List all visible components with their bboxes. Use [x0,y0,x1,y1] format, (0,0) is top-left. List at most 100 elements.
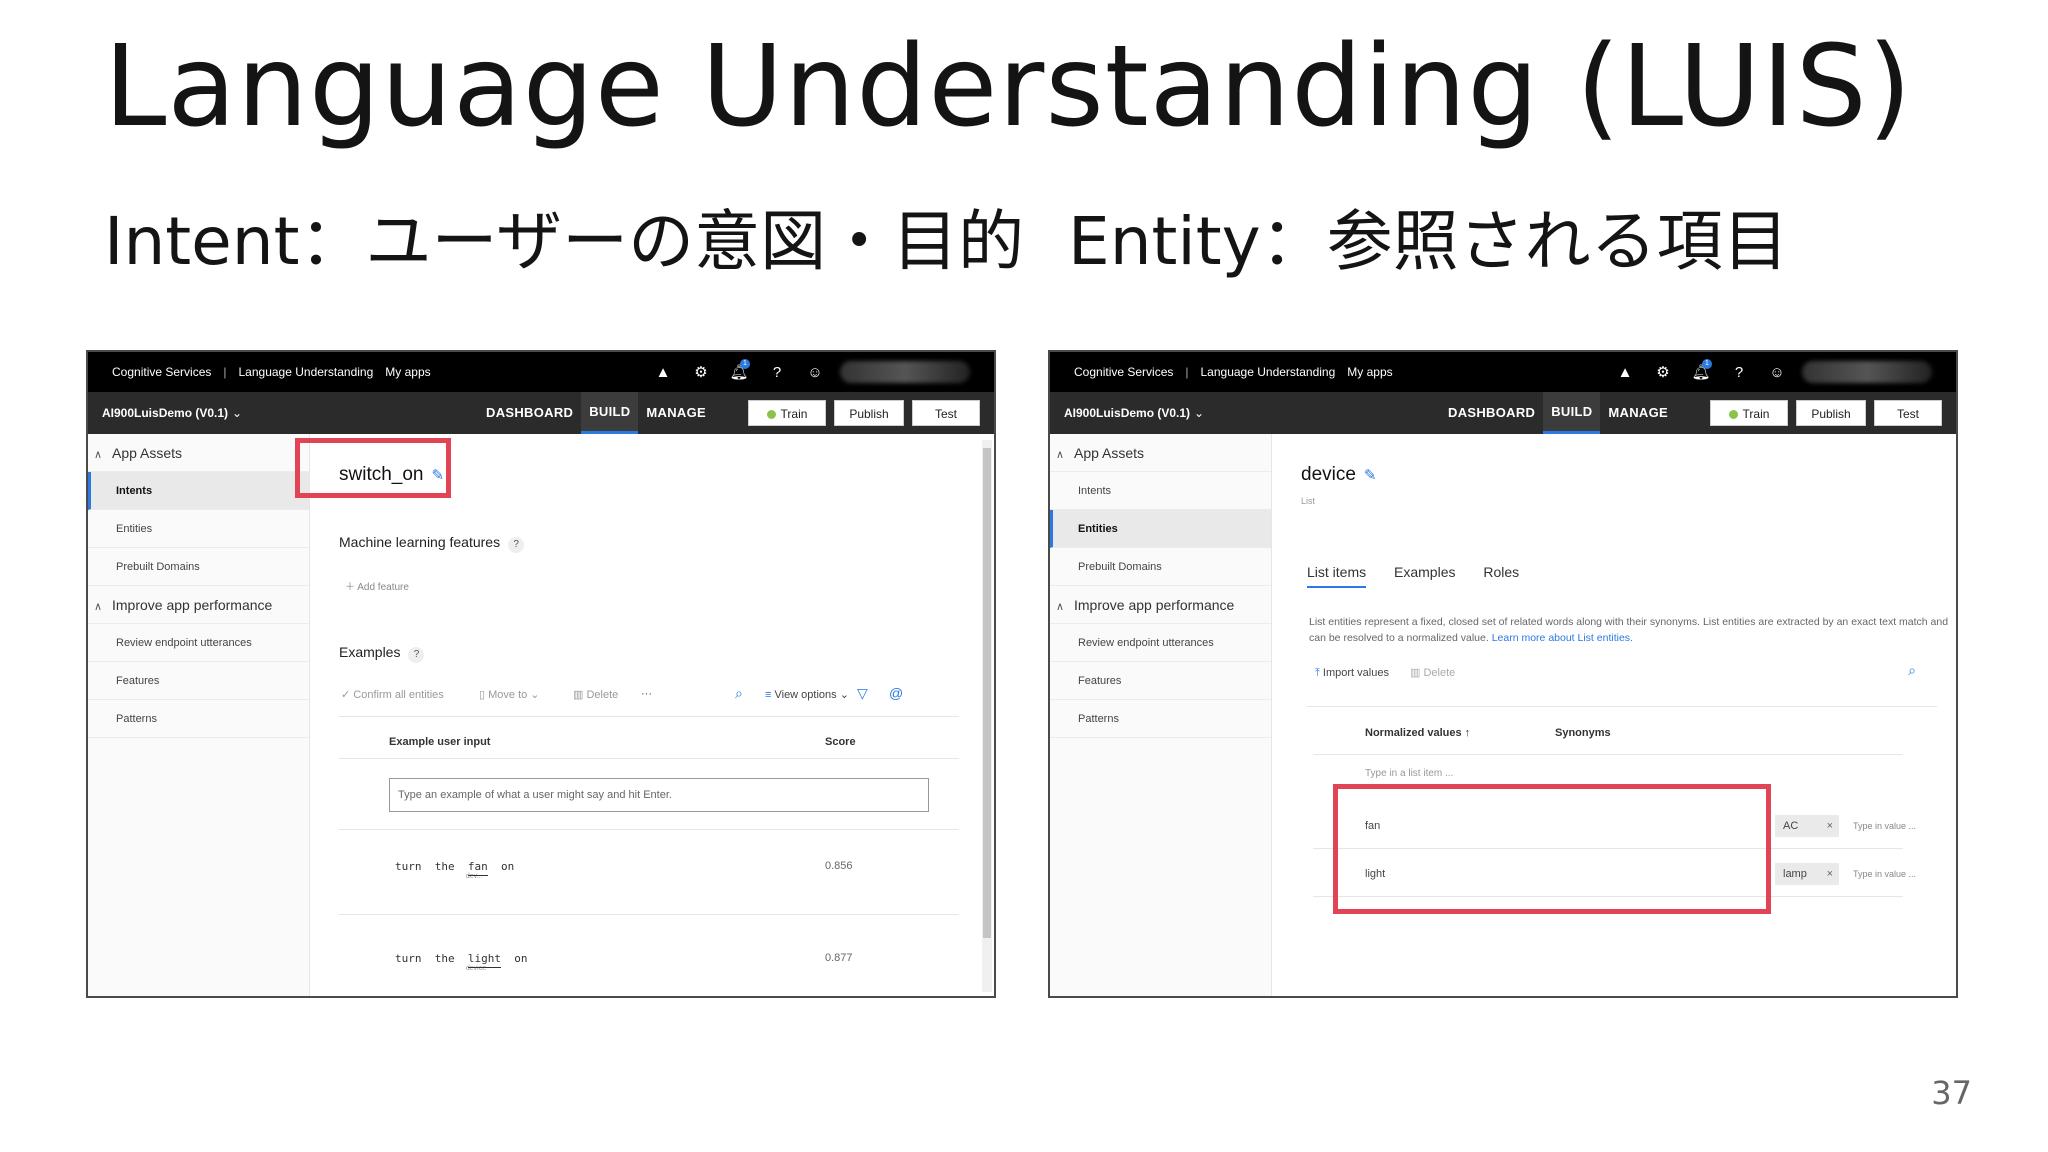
add-feature-button[interactable]: ＋ Add feature [345,578,409,593]
chevron-down-icon: ⌄ [527,689,540,701]
close-icon[interactable]: × [1827,815,1833,837]
sidebar-item-prebuilt-domains[interactable]: Prebuilt Domains [1050,548,1271,586]
azure-logo-icon[interactable]: ▲ [1606,364,1644,381]
tab-examples[interactable]: Examples [1394,564,1455,586]
account-blurred[interactable] [1802,361,1932,383]
publish-button[interactable]: Publish [1796,400,1866,426]
close-icon[interactable]: × [1827,863,1833,885]
smiley-icon[interactable]: ☺ [796,364,834,381]
app-name: AI900LuisDemo (V0.1) [1064,406,1191,420]
synonym-chip[interactable]: lamp × [1775,863,1839,885]
test-button[interactable]: Test [912,400,980,426]
sidebar-item-entities[interactable]: Entities [1050,510,1271,548]
entity-label[interactable]: fan dev... [466,860,488,880]
account-blurred[interactable] [840,361,970,383]
luis-sidebar: ∧ App Assets Intents Entities Prebuilt Do… [1050,434,1272,996]
help-icon[interactable]: ? [408,647,425,663]
bell-icon[interactable]: 🔔︎ 1 [1682,359,1720,381]
col-example-input[interactable]: Example user input [389,736,490,748]
learn-more-link[interactable]: Learn more about List entities. [1492,632,1633,644]
sidebar-item-features[interactable]: Features [1050,662,1271,700]
entity-label[interactable]: light device [466,952,502,972]
move-to-button[interactable]: ▯ Move to ⌄ [479,688,540,701]
sidebar-item-prebuilt-domains[interactable]: Prebuilt Domains [88,548,309,586]
sidebar-item-entities[interactable]: Entities [88,510,309,548]
divider [339,914,959,915]
crumb-my-apps[interactable]: My apps [385,365,430,379]
utterance-row[interactable]: turn the fan dev... on [395,860,514,880]
sidebar-item-patterns[interactable]: Patterns [1050,700,1271,738]
slide-title: Language Understanding (LUIS) [104,22,1913,152]
chevron-down-icon: ⌄ [836,689,849,701]
sidebar-item-review[interactable]: Review endpoint utterances [1050,624,1271,662]
app-selector[interactable]: AI900LuisDemo (V0.1) ⌄ [1064,392,1204,434]
smiley-icon[interactable]: ☺ [1758,364,1796,381]
app-selector[interactable]: AI900LuisDemo (V0.1) ⌄ [102,392,242,434]
help-icon[interactable]: ? [1720,364,1758,381]
at-sign-icon[interactable]: @ [889,685,903,701]
pencil-icon[interactable]: ✎ [1364,467,1377,484]
nav-dashboard[interactable]: DASHBOARD [1440,392,1543,434]
help-icon[interactable]: ? [508,537,525,553]
chevron-down-icon: ⌄ [232,406,243,420]
tab-list-items[interactable]: List items [1307,564,1367,588]
confirm-entities-button[interactable]: ✓ Confirm all entities [341,688,444,701]
crumb-cognitive-services[interactable]: Cognitive Services [112,365,211,379]
sidebar-group-app-assets[interactable]: ∧ App Assets [1050,434,1271,472]
scrollbar[interactable] [982,440,992,992]
example-input[interactable]: Type an example of what a user might say… [389,778,929,812]
list-item-input[interactable]: Type in a list item ... [1365,768,1453,779]
sidebar-item-patterns[interactable]: Patterns [88,700,309,738]
nav-build[interactable]: BUILD [581,392,639,434]
train-button[interactable]: Train [748,400,826,426]
search-icon[interactable]: ⌕ [735,685,743,702]
view-options-button[interactable]: ≡ View options ⌄ [765,688,849,701]
sidebar-item-intents[interactable]: Intents [88,472,309,510]
more-options-button[interactable]: ··· [641,688,652,700]
entity-text: fan [467,860,488,873]
divider [1307,706,1937,707]
import-values-button[interactable]: ⤒ Import values [1315,667,1389,679]
tab-roles[interactable]: Roles [1483,564,1519,586]
utterance-row[interactable]: turn the light device on [395,952,527,972]
synonym-input[interactable]: Type in value ... [1853,869,1916,879]
test-button[interactable]: Test [1874,400,1942,426]
sidebar-item-review[interactable]: Review endpoint utterances [88,624,309,662]
crumb-language-understanding[interactable]: Language Understanding [239,365,374,379]
sidebar-group-improve[interactable]: ∧ Improve app performance [88,586,309,624]
crumb-my-apps[interactable]: My apps [1347,365,1392,379]
nav-dashboard[interactable]: DASHBOARD [478,392,581,434]
azure-logo-icon[interactable]: ▲ [644,364,682,381]
nav-manage[interactable]: MANAGE [638,392,714,434]
train-button[interactable]: Train [1710,400,1788,426]
intent-content: switch_on ✎ Machine learning features? ＋ … [295,434,994,996]
search-icon[interactable]: ⌕ [1908,662,1916,679]
sidebar-item-features[interactable]: Features [88,662,309,700]
col-normalized-values[interactable]: Normalized values ↑ [1365,727,1470,739]
sidebar-group-improve[interactable]: ∧ Improve app performance [1050,586,1271,624]
sidebar-group-app-assets[interactable]: ∧ App Assets [88,434,309,472]
gear-icon[interactable]: ⚙ [682,363,720,381]
entity-subtitle: Entity：参照される項目 [1068,203,1789,280]
crumb-cognitive-services[interactable]: Cognitive Services [1074,365,1173,379]
publish-button[interactable]: Publish [834,400,904,426]
nav-manage[interactable]: MANAGE [1600,392,1676,434]
filter-icon[interactable]: ▽ [857,685,868,702]
col-synonyms[interactable]: Synonyms [1555,727,1611,739]
gear-icon[interactable]: ⚙ [1644,363,1682,381]
crumb-language-understanding[interactable]: Language Understanding [1201,365,1336,379]
scrollbar-thumb[interactable] [983,448,991,938]
divider [339,716,959,717]
pencil-icon[interactable]: ✎ [432,467,445,484]
help-icon[interactable]: ? [758,364,796,381]
bell-icon[interactable]: 🔔︎ 1 [720,359,758,381]
synonym-input[interactable]: Type in value ... [1853,821,1916,831]
delete-button[interactable]: ▥ Delete [1410,667,1455,679]
synonym-chip[interactable]: AC × [1775,815,1839,837]
col-score[interactable]: Score [825,736,856,748]
sidebar-group-label: App Assets [112,445,183,461]
sidebar-item-intents[interactable]: Intents [1050,472,1271,510]
entity-name-text: device [1301,464,1356,485]
delete-button[interactable]: ▥ Delete [573,688,618,701]
nav-build[interactable]: BUILD [1543,392,1601,434]
